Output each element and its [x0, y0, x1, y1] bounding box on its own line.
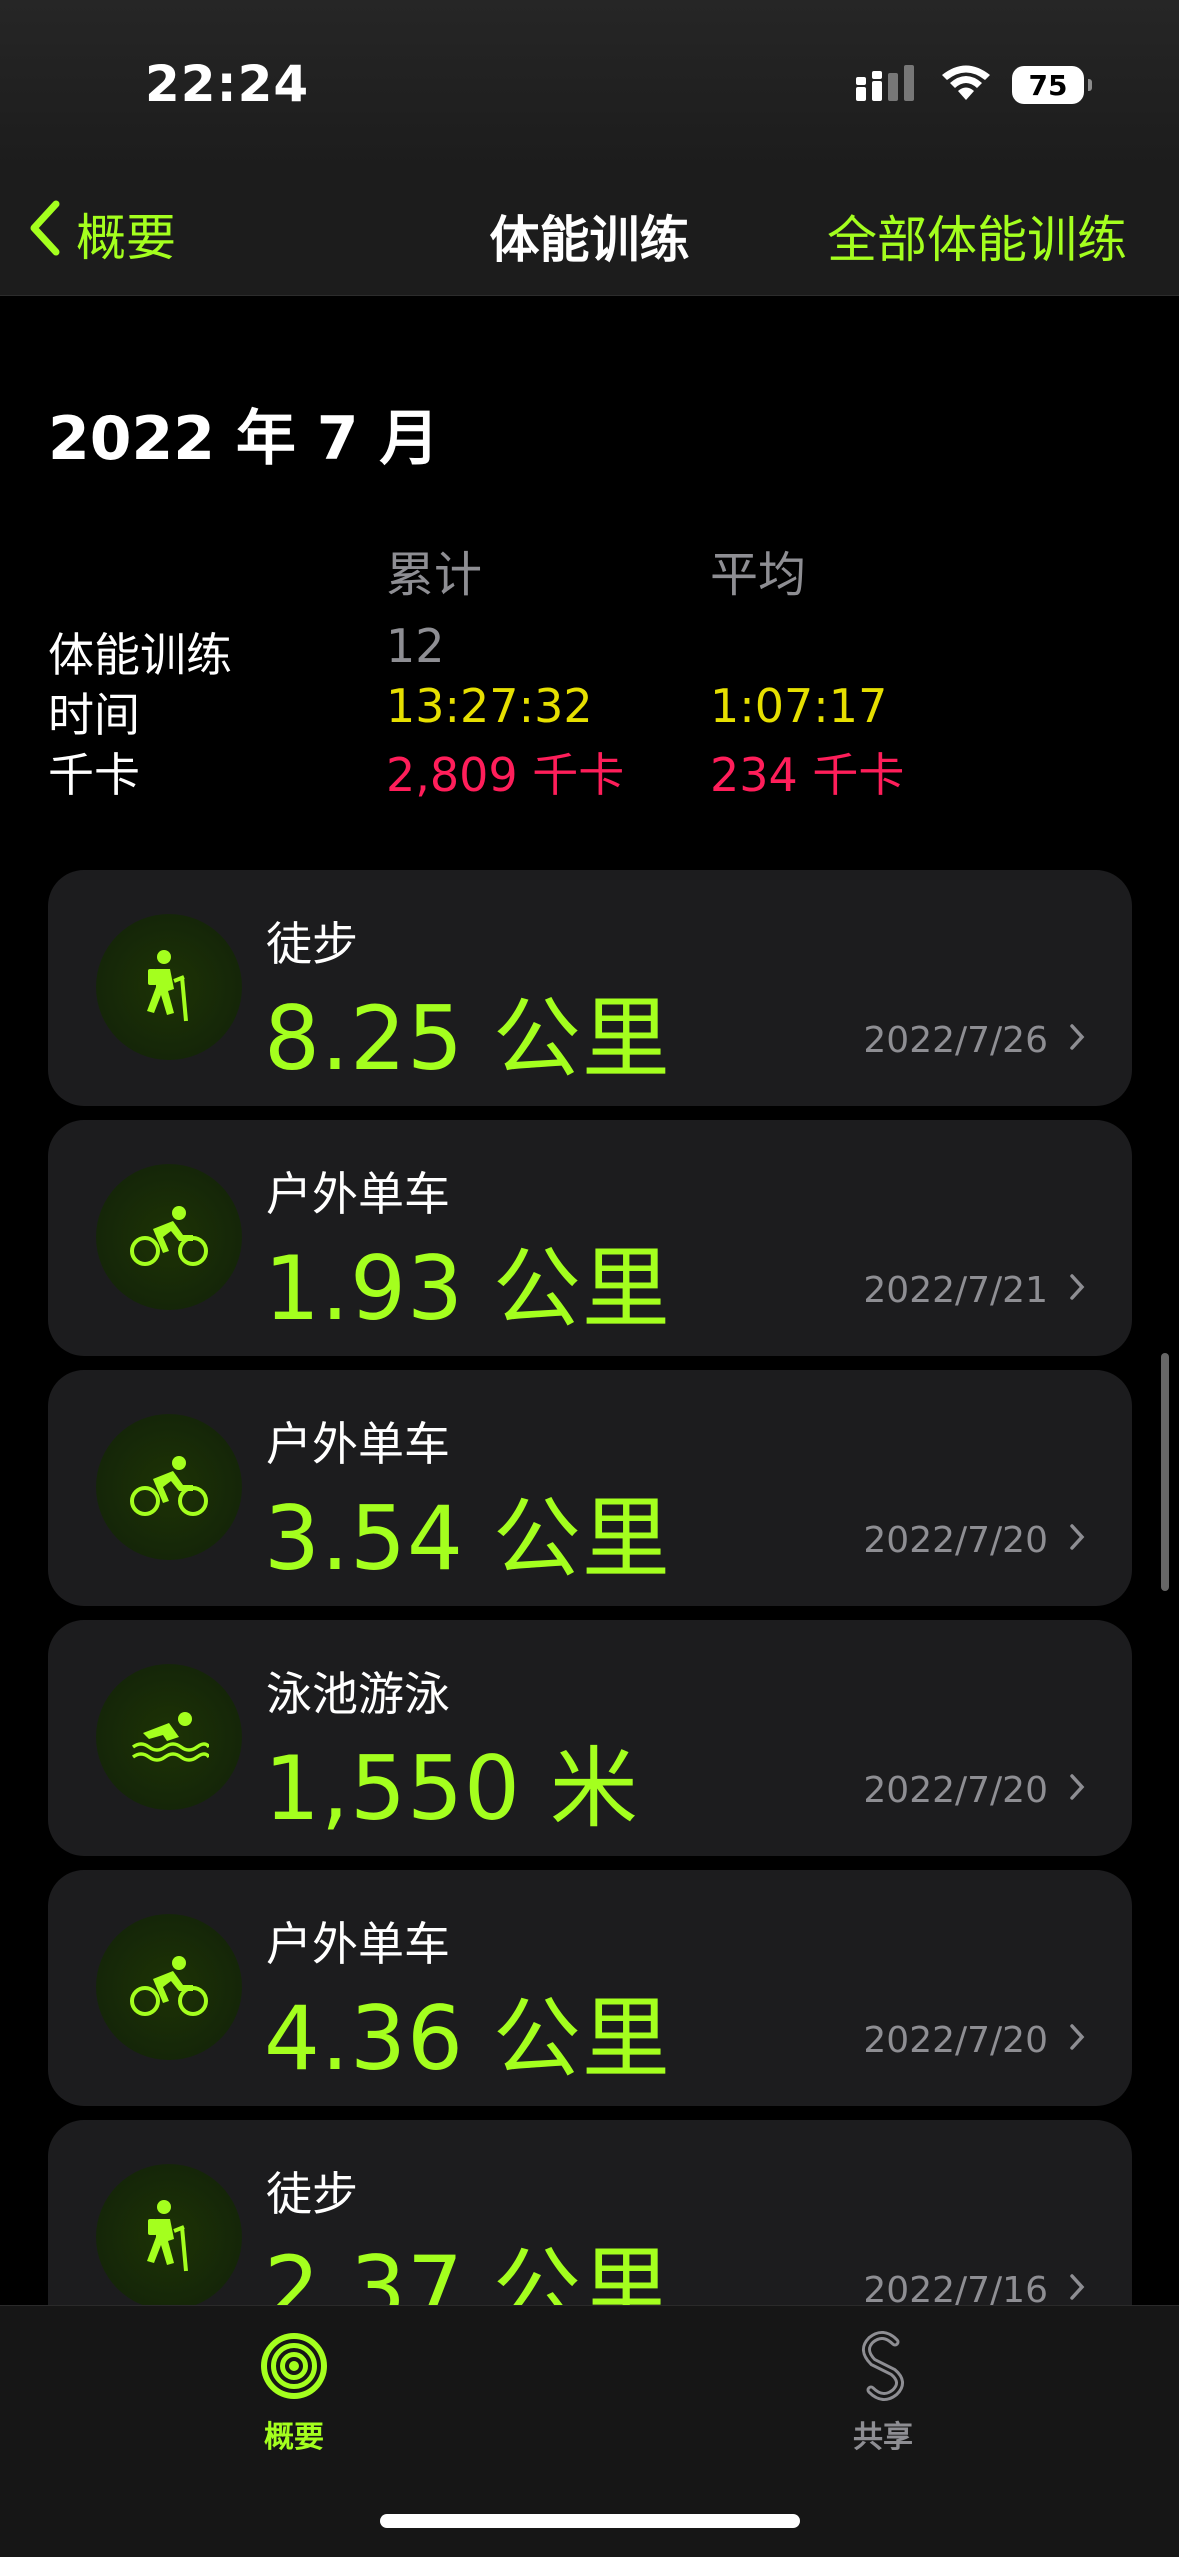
workout-date: 2022/7/21	[863, 1270, 1048, 1311]
cellular-signal-icon	[856, 65, 920, 105]
cycling-icon	[96, 1914, 242, 2060]
workout-date: 2022/7/20	[863, 1770, 1048, 1811]
workout-date: 2022/7/26	[863, 1020, 1048, 1061]
workout-name: 户外单车	[266, 1167, 450, 1221]
chevron-right-icon	[1068, 1272, 1086, 1306]
workout-card[interactable]: 户外单车 4.36 公里 2022/7/20	[48, 1870, 1132, 2106]
tab-summary[interactable]: 概要	[219, 2328, 369, 2456]
swimming-icon	[96, 1664, 242, 1810]
workout-distance: 8.25 公里	[264, 987, 671, 1090]
workout-date: 2022/7/20	[863, 2020, 1048, 2061]
navigation-bar: 概要 体能训练 全部体能训练	[0, 170, 1179, 296]
workout-distance: 1.93 公里	[264, 1237, 671, 1340]
workout-name: 户外单车	[266, 1917, 450, 1971]
chevron-right-icon	[1068, 1522, 1086, 1556]
summary-time-total: 13:27:32	[386, 679, 593, 733]
summary-label-workouts: 体能训练	[48, 628, 232, 682]
tab-summary-label: 概要	[264, 2420, 324, 2455]
battery-indicator: 75	[1012, 66, 1092, 104]
cycling-icon	[96, 1164, 242, 1310]
workout-distance: 3.54 公里	[264, 1487, 671, 1590]
summary-calories-total: 2,809 千卡	[386, 748, 625, 802]
month-heading: 2022 年 7 月	[48, 404, 440, 474]
workout-distance: 2.37 公里	[264, 2237, 671, 2305]
status-bar: 22:24 75	[0, 0, 1179, 170]
workout-name: 户外单车	[266, 1417, 450, 1471]
summary-label-time: 时间	[48, 688, 140, 742]
summary-label-calories: 千卡	[48, 748, 140, 802]
workout-card[interactable]: 泳池游泳 1,550 米 2022/7/20	[48, 1620, 1132, 1856]
status-icons: 75	[856, 64, 1092, 106]
activity-rings-icon	[256, 2333, 332, 2408]
workout-list: 徒步 8.25 公里 2022/7/26 户外单车 1.93 公里 2022/7…	[48, 870, 1132, 2305]
summary-header-average: 平均	[710, 547, 807, 603]
all-workouts-button[interactable]: 全部体能训练	[827, 200, 1127, 272]
chevron-right-icon	[1068, 1772, 1086, 1806]
workout-card[interactable]: 户外单车 1.93 公里 2022/7/21	[48, 1120, 1132, 1356]
workout-date: 2022/7/16	[863, 2270, 1048, 2305]
wifi-icon	[940, 64, 992, 106]
workout-card[interactable]: 徒步 8.25 公里 2022/7/26	[48, 870, 1132, 1106]
workout-name: 徒步	[266, 2167, 358, 2221]
scrollbar[interactable]	[1161, 1353, 1169, 1591]
workout-distance: 1,550 米	[264, 1737, 639, 1840]
summary-calories-average: 234 千卡	[710, 748, 905, 802]
summary-time-average: 1:07:17	[710, 679, 888, 733]
workout-name: 泳池游泳	[266, 1667, 450, 1721]
summary-workouts-total: 12	[386, 619, 445, 673]
workout-card[interactable]: 户外单车 3.54 公里 2022/7/20	[48, 1370, 1132, 1606]
hiking-icon	[96, 2164, 242, 2305]
sharing-icon	[853, 2331, 913, 2408]
hiking-icon	[96, 914, 242, 1060]
chevron-right-icon	[1068, 1022, 1086, 1056]
cycling-icon	[96, 1414, 242, 1560]
chevron-right-icon	[1068, 2022, 1086, 2056]
summary-header-total: 累计	[386, 547, 483, 603]
tab-sharing[interactable]: 共享	[808, 2328, 958, 2456]
workout-distance: 4.36 公里	[264, 1987, 671, 2090]
workout-card[interactable]: 徒步 2.37 公里 2022/7/16	[48, 2120, 1132, 2305]
workout-name: 徒步	[266, 917, 358, 971]
chevron-right-icon	[1068, 2272, 1086, 2305]
home-indicator[interactable]	[380, 2514, 800, 2528]
workout-date: 2022/7/20	[863, 1520, 1048, 1561]
tab-sharing-label: 共享	[853, 2420, 913, 2455]
status-time: 22:24	[145, 55, 310, 113]
